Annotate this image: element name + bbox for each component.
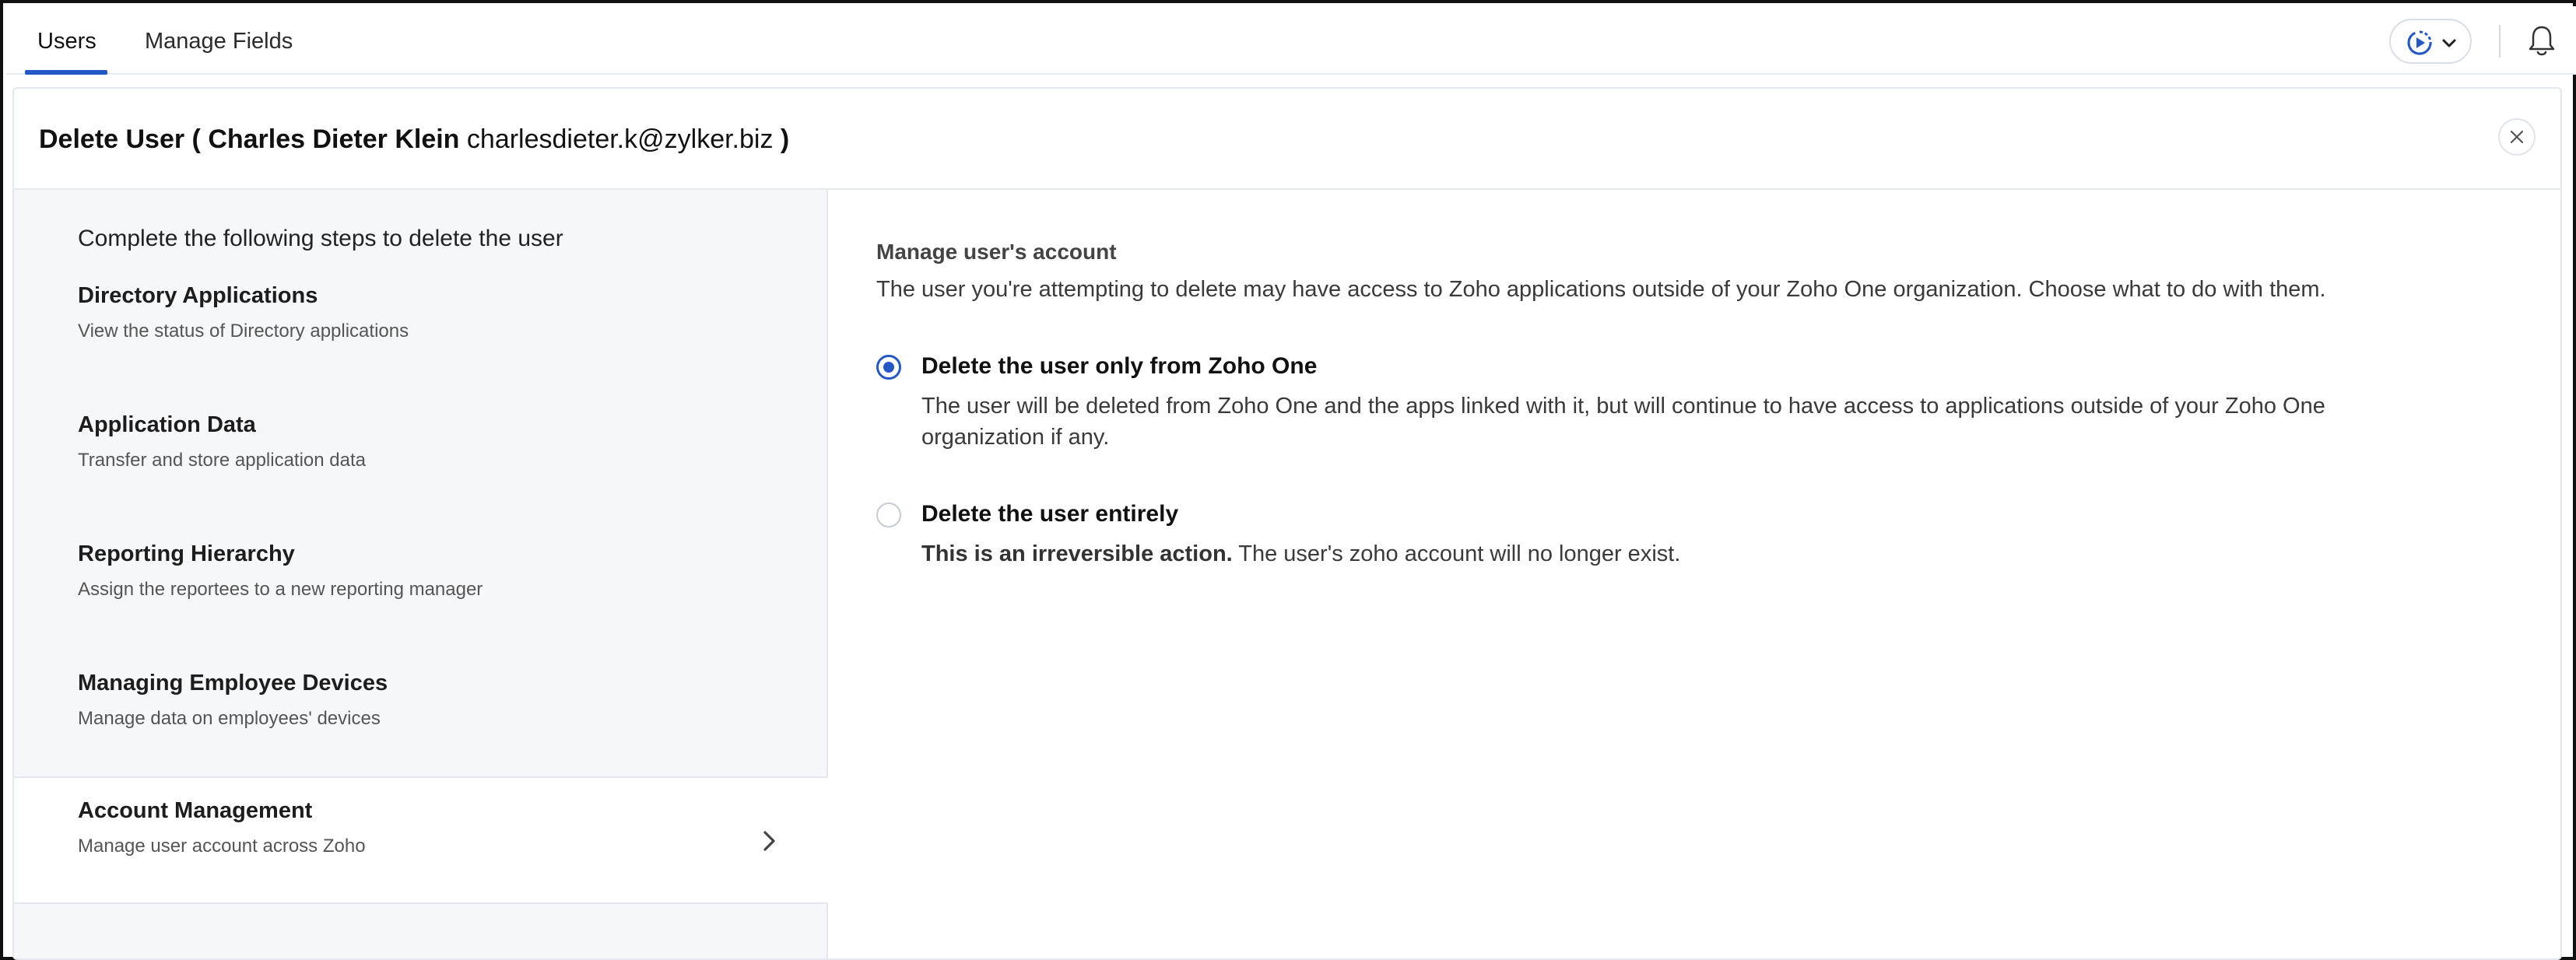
account-management-content: Manage user's account The user you're at…: [828, 190, 2560, 958]
title-suffix: ): [780, 124, 790, 154]
section-title: Manage user's account: [876, 240, 1117, 264]
tab-users[interactable]: Users: [37, 6, 97, 75]
delete-user-panel: Delete User ( Charles Dieter Klein charl…: [12, 87, 2562, 960]
step-title: Application Data: [78, 412, 256, 437]
option-delete-entirely-radio[interactable]: [876, 503, 901, 527]
user-email: charlesdieter.k@zylker.biz: [466, 124, 774, 154]
chevron-down-icon: [2442, 39, 2456, 47]
step-description: Transfer and store application data: [78, 450, 366, 471]
option-label[interactable]: Delete the user entirely: [921, 501, 1178, 527]
step-description: View the status of Directory application…: [78, 321, 409, 342]
tab-manage-fields[interactable]: Manage Fields: [145, 6, 293, 75]
header-divider: [2499, 25, 2501, 58]
option-label[interactable]: Delete the user only from Zoho One: [921, 353, 1317, 380]
panel-title: Delete User ( Charles Dieter Klein charl…: [39, 124, 789, 155]
bell-icon[interactable]: [2526, 23, 2557, 58]
top-navigation: Users Manage Fields: [6, 6, 2576, 75]
panel-header: Delete User ( Charles Dieter Klein charl…: [14, 89, 2560, 190]
step-title: Managing Employee Devices: [78, 671, 388, 695]
close-icon: [2510, 130, 2524, 144]
chevron-right-icon: [763, 831, 775, 851]
step-account-management[interactable]: Account Management Manage user account a…: [14, 776, 828, 904]
step-description: Manage user account across Zoho: [78, 836, 366, 857]
guided-tour-button[interactable]: [2389, 19, 2472, 64]
option-description: This is an irreversible action. The user…: [921, 538, 2447, 569]
step-title: Reporting Hierarchy: [78, 541, 295, 566]
close-button[interactable]: [2498, 118, 2536, 156]
active-tab-indicator: [25, 70, 107, 75]
section-description: The user you're attempting to delete may…: [876, 277, 2326, 302]
step-description: Manage data on employees' devices: [78, 708, 381, 729]
play-circle-icon: [2407, 30, 2432, 55]
irreversible-warning: This is an irreversible action.: [921, 541, 1233, 566]
step-application-data[interactable]: Application Data Transfer and store appl…: [14, 392, 828, 520]
step-description: Assign the reportees to a new reporting …: [78, 579, 483, 600]
option-description: The user will be deleted from Zoho One a…: [921, 394, 2325, 450]
option-description-text: The user's zoho account will no longer e…: [1238, 541, 1681, 566]
step-title: Account Management: [78, 798, 313, 823]
step-managing-employee-devices[interactable]: Managing Employee Devices Manage data on…: [14, 650, 828, 778]
app-frame: Users Manage Fields Delete User ( Charle…: [0, 0, 2576, 960]
step-reporting-hierarchy[interactable]: Reporting Hierarchy Assign the reportees…: [14, 521, 828, 649]
step-directory-applications[interactable]: Directory Applications View the status o…: [14, 263, 828, 391]
title-prefix: Delete User (: [39, 124, 201, 154]
option-delete-from-zoho-one-radio[interactable]: [876, 355, 901, 380]
user-name: Charles Dieter Klein: [208, 124, 460, 154]
steps-intro: Complete the following steps to delete t…: [78, 226, 563, 251]
step-title: Directory Applications: [78, 283, 318, 308]
steps-sidebar: Complete the following steps to delete t…: [14, 190, 828, 958]
